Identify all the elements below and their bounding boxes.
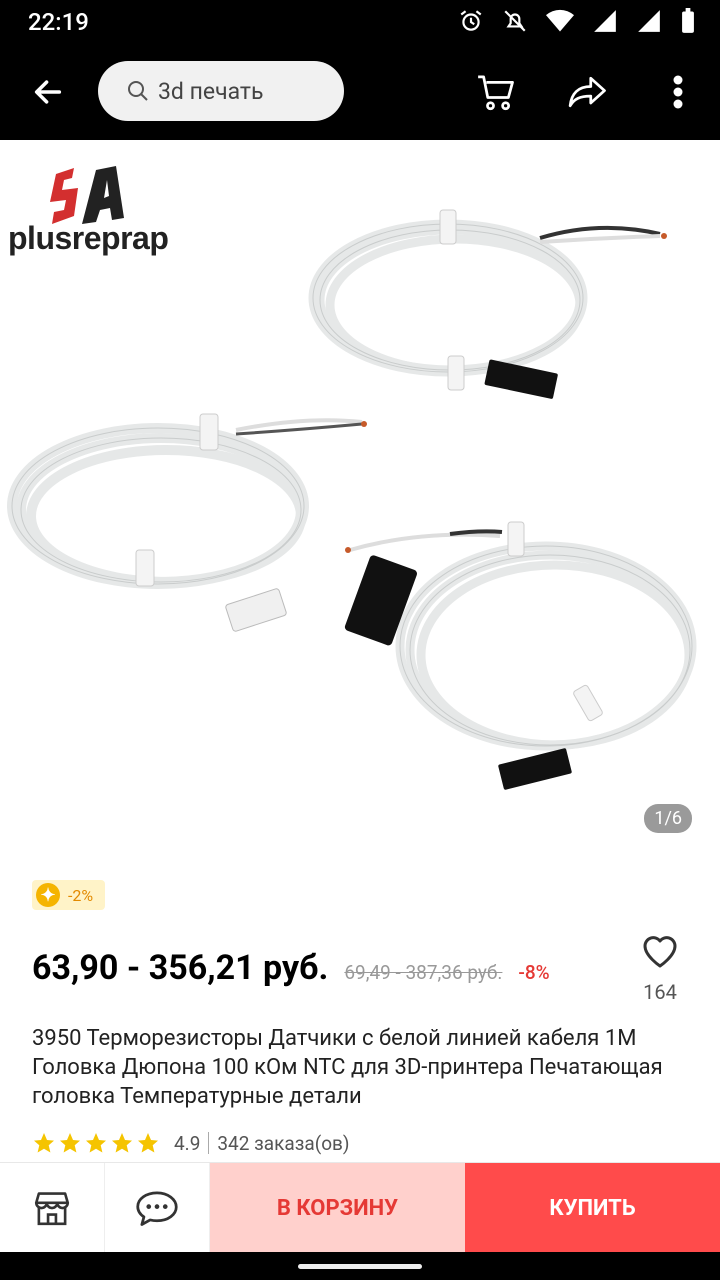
back-button[interactable] — [24, 68, 72, 116]
divider — [208, 1132, 210, 1154]
rating-stars — [32, 1131, 160, 1155]
wifi-icon — [546, 9, 574, 32]
star-icon — [138, 1133, 158, 1153]
store-icon — [34, 1192, 70, 1226]
rating-value: 4.9 — [174, 1131, 201, 1155]
cart-icon — [478, 75, 514, 111]
wishlist-count: 164 — [643, 980, 677, 1004]
star-icon — [60, 1133, 80, 1153]
add-to-cart-button[interactable]: В КОРЗИНУ — [210, 1163, 465, 1253]
search-field[interactable]: 3d печать — [98, 61, 344, 121]
home-gesture-pill[interactable] — [298, 1264, 422, 1269]
star-icon — [112, 1133, 132, 1153]
product-image-cable-3 — [344, 521, 697, 790]
system-nav-bar — [0, 1252, 720, 1280]
arrow-left-icon — [34, 80, 62, 104]
heart-icon — [643, 936, 677, 968]
rating-row[interactable]: 4.9 342 заказа(ов) — [32, 1128, 350, 1158]
product-image-cable-2 — [7, 413, 367, 632]
status-time: 22:19 — [28, 8, 89, 36]
search-icon — [128, 81, 148, 101]
search-query: 3d печать — [158, 77, 264, 105]
cart-button[interactable] — [468, 64, 524, 120]
discount-badge: -8% — [518, 961, 550, 984]
buy-now-button[interactable]: КУПИТЬ — [465, 1163, 720, 1253]
wishlist-button[interactable]: 164 — [636, 932, 684, 1004]
image-page-indicator: 1/6 — [644, 804, 692, 833]
cellular-icon-2 — [638, 10, 660, 32]
product-gallery[interactable]: plusreprap 1/6 — [0, 140, 720, 860]
status-bar: 22:19 — [0, 0, 720, 44]
share-icon — [568, 76, 606, 108]
old-price: 69,49 - 387,36 руб. — [344, 961, 503, 984]
bottom-action-bar: В КОРЗИНУ КУПИТЬ — [0, 1162, 720, 1253]
chat-icon — [136, 1191, 178, 1226]
battery-icon — [682, 8, 694, 33]
star-icon — [34, 1133, 54, 1153]
status-icons — [458, 8, 696, 34]
alarm-icon — [460, 10, 482, 31]
app-bar: 3d печать — [0, 44, 720, 140]
coin-icon: ✦ — [36, 883, 60, 907]
notifications-off-icon — [504, 10, 526, 32]
brand-name: plusreprap — [8, 220, 169, 256]
cellular-icon — [594, 10, 616, 32]
share-button[interactable] — [560, 64, 616, 120]
price-row: 63,90 - 356,21 руб. 69,49 - 387,36 руб. … — [32, 948, 632, 988]
orders-count: 342 заказа(ов) — [217, 1131, 350, 1155]
current-price: 63,90 - 356,21 руб. — [32, 948, 329, 988]
chat-button[interactable] — [105, 1163, 210, 1253]
store-button[interactable] — [0, 1163, 105, 1253]
more-vert-icon — [673, 75, 683, 109]
star-icon — [86, 1133, 106, 1153]
more-options-button[interactable] — [650, 64, 706, 120]
coupon-badge[interactable]: ✦ -2% — [32, 880, 106, 910]
coupon-label: -2% — [68, 885, 94, 905]
product-title: 3950 Терморезисторы Датчики с белой лини… — [32, 1026, 663, 1109]
